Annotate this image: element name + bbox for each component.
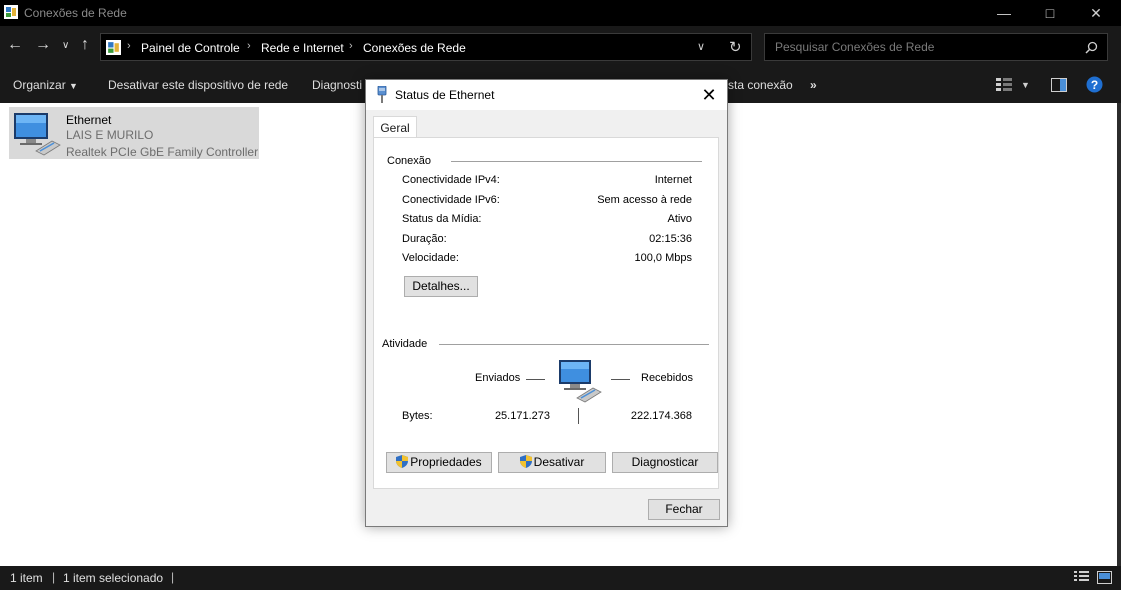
dialog-titlebar: Status de Ethernet ✕ (366, 80, 727, 110)
status-divider: | (171, 570, 175, 584)
control-panel-icon (4, 5, 18, 19)
refresh-icon[interactable]: ↻ (729, 38, 742, 56)
ipv6-value: Sem acesso à rede (597, 194, 692, 206)
details-button[interactable]: Detalhes... (404, 276, 478, 297)
connection-heading: Conexão (387, 155, 432, 167)
close-icon[interactable]: ✕ (1073, 0, 1119, 26)
search-icon[interactable] (1085, 41, 1098, 54)
activity-divider (439, 344, 709, 345)
speed-label: Velocidade: (402, 252, 459, 264)
organize-menu[interactable]: Organizar ▼ (13, 78, 78, 92)
window-title: Conexões de Rede (24, 6, 127, 20)
received-label: Recebidos (641, 372, 693, 384)
forward-arrow-icon[interactable]: → (35, 36, 51, 54)
media-status-value: Ativo (667, 213, 692, 225)
duration-value: 02:15:36 (649, 233, 692, 245)
item-count: 1 item (10, 571, 43, 585)
preview-pane-icon[interactable] (1051, 78, 1067, 92)
search-box[interactable] (764, 33, 1108, 61)
connection-name: Ethernet (66, 113, 112, 127)
close-button[interactable]: Fechar (648, 499, 720, 520)
general-tab-panel: Conexão Conectividade IPv4: Internet Con… (373, 137, 719, 489)
breadcrumb-separator-icon: › (247, 40, 251, 52)
properties-button-label: Propriedades (410, 455, 482, 469)
network-adapter-icon (14, 113, 61, 156)
organize-label: Organizar (13, 78, 66, 92)
view-options-caret-icon[interactable]: ▼ (1021, 80, 1030, 90)
uac-shield-icon (519, 455, 532, 468)
disable-button[interactable]: Desativar (498, 452, 606, 473)
disable-button-label: Desativar (533, 455, 585, 469)
breadcrumb-network-internet[interactable]: Rede e Internet (261, 41, 344, 55)
ipv6-label: Conectividade IPv6: (402, 194, 500, 206)
connection-adapter: Realtek PCIe GbE Family Controller (66, 145, 259, 159)
recent-locations-chevron-icon[interactable]: ∨ (62, 40, 69, 51)
sent-label: Enviados (475, 372, 521, 384)
dropdown-caret-icon: ▼ (69, 81, 78, 91)
more-commands-button[interactable]: » (810, 78, 817, 92)
details-view-icon[interactable] (1074, 571, 1089, 584)
help-icon[interactable]: ? (1086, 76, 1103, 93)
ipv4-label: Conectividade IPv4: (402, 174, 500, 186)
breadcrumb-network-connections[interactable]: Conexões de Rede (363, 41, 466, 55)
up-arrow-icon[interactable]: ↑ (81, 36, 89, 54)
diagnose-connection-button[interactable]: Diagnosti (312, 78, 362, 92)
ethernet-status-dialog: Status de Ethernet ✕ Geral Conexão Conec… (365, 79, 728, 527)
breadcrumb-control-panel[interactable]: Painel de Controle (141, 41, 240, 55)
status-bar: 1 item | 1 item selecionado | (0, 566, 1121, 590)
sent-line (526, 379, 545, 380)
large-icons-view-icon[interactable] (1097, 571, 1112, 584)
connection-divider (451, 161, 702, 162)
network-activity-icon (559, 360, 602, 403)
disable-device-button[interactable]: Desativar este dispositivo de rede (108, 78, 288, 92)
minimize-icon[interactable]: — (981, 0, 1027, 26)
address-toolbar: ← → ∨ ↑ › Painel de Controle › Rede e In… (0, 26, 1121, 68)
bytes-divider (578, 408, 579, 424)
change-view-icon[interactable] (996, 78, 1012, 92)
connection-network: LAIS E MURILO (66, 128, 154, 142)
back-arrow-icon[interactable]: ← (7, 36, 23, 54)
svg-text:?: ? (1091, 78, 1098, 92)
address-bar[interactable]: › Painel de Controle › Rede e Internet ›… (100, 33, 752, 61)
maximize-icon[interactable]: □ (1027, 0, 1073, 26)
breadcrumb-separator-icon: › (127, 40, 131, 52)
breadcrumb-separator-icon: › (349, 40, 353, 52)
status-divider: | (52, 570, 56, 584)
media-status-label: Status da Mídia: (402, 213, 482, 225)
properties-button[interactable]: Propriedades (386, 452, 492, 473)
selected-count: 1 item selecionado (63, 571, 164, 585)
address-dropdown-chevron-icon[interactable]: ∨ (697, 40, 705, 53)
tab-general[interactable]: Geral (373, 116, 417, 138)
control-panel-icon (106, 40, 121, 55)
dialog-title: Status de Ethernet (395, 88, 495, 102)
ethernet-plug-icon (377, 86, 387, 103)
bytes-label: Bytes: (402, 410, 433, 422)
ipv4-value: Internet (654, 174, 692, 186)
close-icon[interactable]: ✕ (698, 84, 720, 106)
connection-command-button[interactable]: sta conexão (728, 78, 793, 92)
bytes-received-value: 222.174.368 (630, 410, 692, 422)
diagnose-button[interactable]: Diagnosticar (612, 452, 718, 473)
bytes-sent-value: 25.171.273 (494, 410, 550, 422)
ethernet-connection-item[interactable]: Ethernet LAIS E MURILO Realtek PCIe GbE … (9, 107, 259, 159)
activity-heading: Atividade (382, 338, 428, 350)
speed-value: 100,0 Mbps (634, 252, 692, 264)
duration-label: Duração: (402, 233, 447, 245)
search-input[interactable] (773, 39, 1077, 55)
window-titlebar: Conexões de Rede — □ ✕ (0, 0, 1121, 26)
vertical-scrollbar[interactable] (1117, 103, 1121, 566)
uac-shield-icon (396, 455, 409, 468)
received-line (611, 379, 630, 380)
